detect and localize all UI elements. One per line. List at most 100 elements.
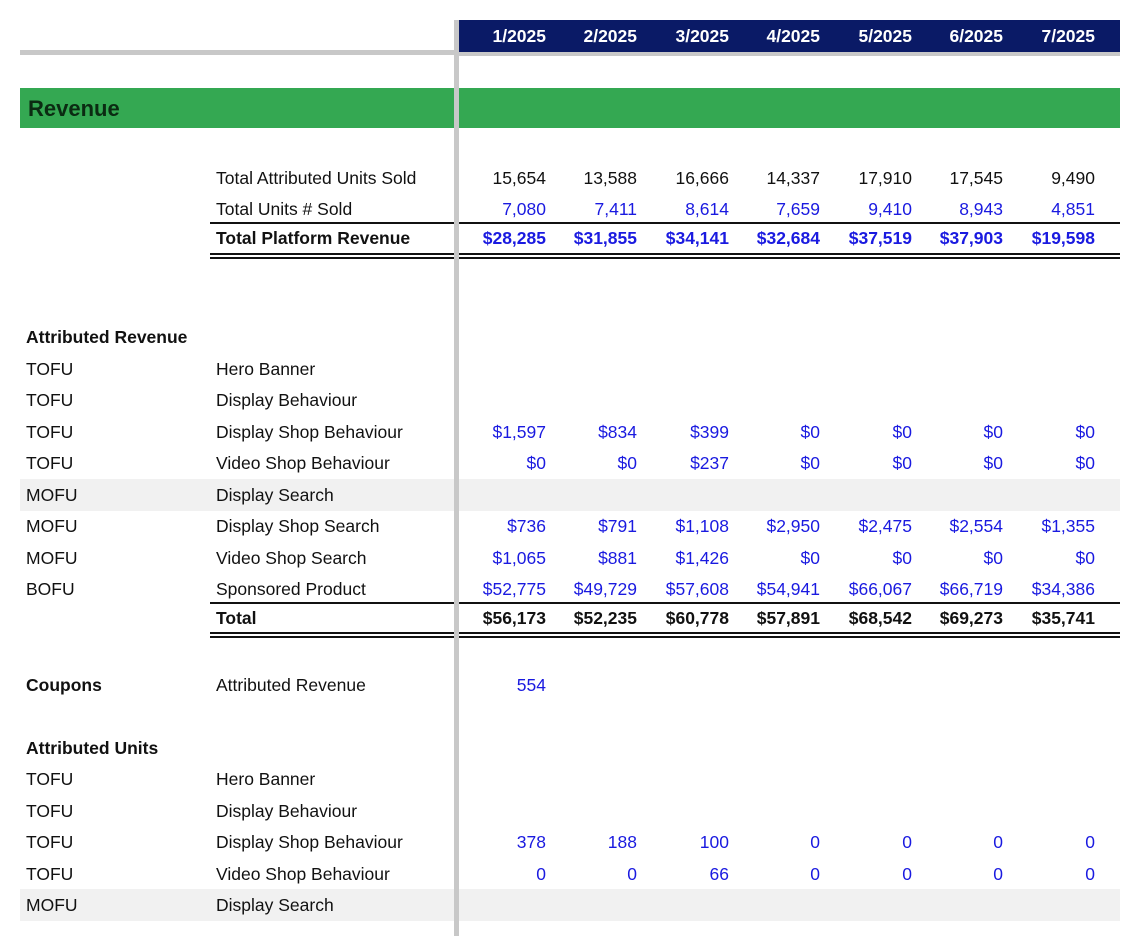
revenue-value: $0 [892, 422, 912, 442]
summary-total-doubleline-2 [210, 257, 1120, 259]
revenue-value: $34,386 [1031, 579, 1095, 599]
summary-value: $32,684 [756, 228, 820, 248]
summary-value: 9,490 [1051, 168, 1095, 188]
channel-label: Display Search [216, 485, 334, 505]
revenue-value: $57,608 [665, 579, 729, 599]
revenue-value: $834 [598, 422, 637, 442]
shaded-row [20, 479, 1120, 511]
units-value: 0 [902, 864, 912, 884]
units-value: 0 [1085, 832, 1095, 852]
revenue-total-value: $57,891 [756, 608, 820, 628]
section-title: Revenue [28, 96, 120, 121]
units-value: 0 [627, 864, 637, 884]
attributed-revenue-title: Attributed Revenue [26, 327, 188, 347]
revenue-value: $0 [526, 453, 546, 473]
revenue-value: $1,597 [492, 422, 546, 442]
summary-row-label: Total Platform Revenue [216, 228, 411, 248]
revenue-value: $52,775 [482, 579, 546, 599]
revenue-value: $1,108 [675, 516, 729, 536]
coupons-title: Coupons [26, 675, 102, 695]
summary-value: 7,411 [594, 199, 638, 219]
units-value: 0 [902, 832, 912, 852]
revenue-value: $736 [507, 516, 546, 536]
summary-value: 9,410 [868, 199, 912, 219]
revenue-value: $0 [983, 422, 1003, 442]
channel-label: Display Shop Behaviour [216, 832, 403, 852]
revenue-section-band [20, 88, 1120, 128]
revenue-value: $0 [1075, 422, 1095, 442]
summary-value: 13,588 [583, 168, 637, 188]
revenue-value: $0 [983, 453, 1003, 473]
summary-value: $28,285 [482, 228, 546, 248]
revenue-value: $0 [1075, 453, 1095, 473]
units-value: 0 [536, 864, 546, 884]
revenue-total-topline [210, 602, 1120, 604]
stage-label: TOFU [26, 359, 74, 379]
stage-label: TOFU [26, 422, 74, 442]
revenue-value: $1,426 [675, 548, 729, 568]
header-underline [20, 50, 456, 55]
stage-label: MOFU [26, 895, 78, 915]
revenue-total-value: $60,778 [665, 608, 729, 628]
channel-label: Sponsored Product [216, 579, 366, 599]
revenue-value: $0 [800, 422, 820, 442]
coupons-label: Attributed Revenue [216, 675, 366, 695]
period-header-cell[interactable]: 4/2025 [730, 20, 820, 52]
channel-label: Video Shop Behaviour [216, 453, 390, 473]
summary-value: 4,851 [1051, 199, 1095, 219]
units-value: 0 [993, 864, 1003, 884]
summary-value: $31,855 [573, 228, 637, 248]
stage-label: BOFU [26, 579, 75, 599]
units-value: 0 [993, 832, 1003, 852]
stage-label: TOFU [26, 390, 74, 410]
units-value: 0 [1085, 864, 1095, 884]
revenue-value: $881 [598, 548, 637, 568]
period-header-cell[interactable]: 6/2025 [913, 20, 1003, 52]
summary-value: 8,614 [685, 199, 729, 219]
summary-value: 15,654 [492, 168, 546, 188]
revenue-value: $0 [800, 453, 820, 473]
stage-label: MOFU [26, 516, 78, 536]
summary-value: $34,141 [665, 228, 729, 248]
stage-label: TOFU [26, 769, 74, 789]
period-header-cell[interactable]: 3/2025 [639, 20, 729, 52]
period-header-cell[interactable]: 2/2025 [547, 20, 637, 52]
stage-label: TOFU [26, 801, 74, 821]
channel-label: Display Behaviour [216, 390, 358, 410]
attributed-units-title: Attributed Units [26, 738, 159, 758]
period-header-cell[interactable]: 5/2025 [822, 20, 912, 52]
revenue-total-value: $69,273 [939, 608, 1003, 628]
revenue-value: $0 [617, 453, 637, 473]
units-value: 378 [516, 832, 546, 852]
stage-label: MOFU [26, 548, 78, 568]
summary-total-doubleline-1 [210, 253, 1120, 255]
summary-value: $37,519 [848, 228, 912, 248]
summary-value: 16,666 [675, 168, 729, 188]
units-value: 0 [810, 832, 820, 852]
revenue-value: $0 [892, 453, 912, 473]
stage-label: MOFU [26, 485, 78, 505]
frozen-pane-divider[interactable] [454, 20, 459, 936]
period-header-cell[interactable]: 7/2025 [1005, 20, 1095, 52]
summary-value: $37,903 [939, 228, 1003, 248]
revenue-total-doubleline-1 [210, 632, 1120, 634]
channel-label: Hero Banner [216, 769, 316, 789]
channel-label: Display Behaviour [216, 801, 358, 821]
stage-label: TOFU [26, 453, 74, 473]
revenue-value: $54,941 [756, 579, 820, 599]
summary-value: 17,545 [949, 168, 1003, 188]
revenue-total-value: $52,235 [573, 608, 637, 628]
revenue-value: $2,950 [766, 516, 820, 536]
coupons-value: 554 [516, 675, 546, 695]
units-value: 188 [607, 832, 637, 852]
revenue-value: $66,067 [848, 579, 912, 599]
channel-label: Display Search [216, 895, 334, 915]
revenue-value: $49,729 [573, 579, 637, 599]
period-header-cell[interactable]: 1/2025 [456, 20, 546, 52]
revenue-total-value: $68,542 [848, 608, 912, 628]
summary-row-label: Total Units # Sold [216, 199, 353, 219]
summary-value: 7,659 [776, 199, 820, 219]
revenue-value: $1,065 [492, 548, 546, 568]
revenue-value: $66,719 [939, 579, 1003, 599]
channel-label: Display Shop Search [216, 516, 380, 536]
